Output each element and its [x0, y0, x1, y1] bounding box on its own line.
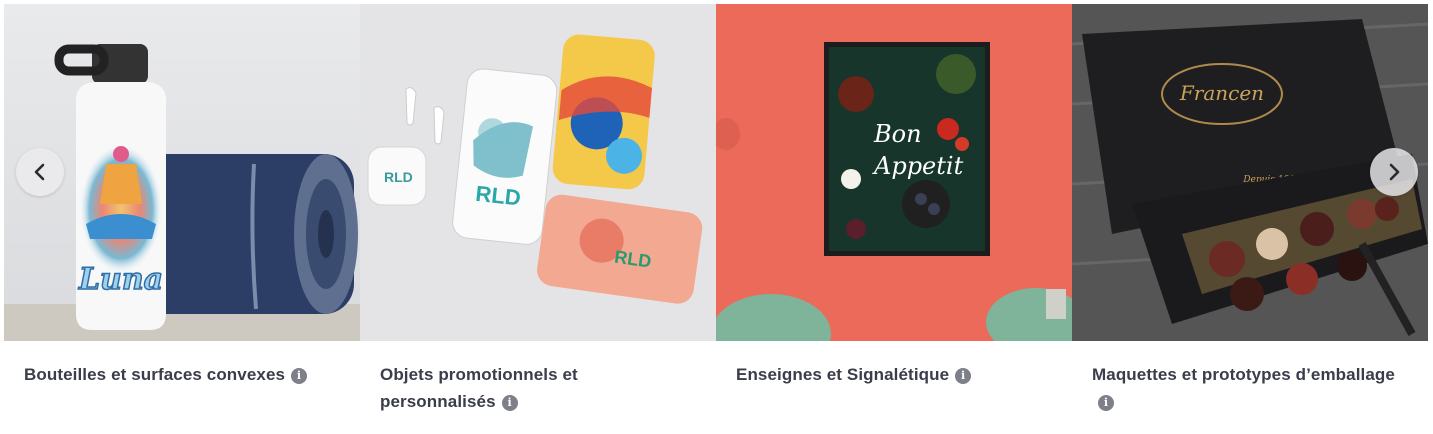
- svg-text:RLD: RLD: [384, 169, 413, 185]
- phone-cases-image: RLD RLD RLD: [360, 4, 716, 341]
- carousel-prev-button[interactable]: [16, 148, 64, 196]
- phone-brand-text: RLD: [474, 181, 522, 211]
- carousel-slide-bottles[interactable]: Luna Bouteilles et surfaces convexes i: [4, 4, 360, 434]
- info-icon[interactable]: i: [955, 368, 972, 384]
- slide-image-phone-cases[interactable]: RLD RLD RLD: [360, 4, 716, 341]
- slide-image-poster[interactable]: Bon Appetit: [716, 4, 1072, 341]
- caption-text: Objets promotionnels et personnalisés: [380, 365, 578, 411]
- carousel-slide-promotional[interactable]: RLD RLD RLD Objets promotionnels et pers…: [360, 4, 716, 434]
- carousel-slide-signage[interactable]: Bon Appetit Enseignes et Signalétique i: [716, 4, 1072, 434]
- caption-text: Maquettes et prototypes d’emballage: [1092, 365, 1395, 384]
- carousel-slide-packaging[interactable]: Francen Depuis 1999 Maquettes et prototy…: [1072, 4, 1428, 434]
- info-icon[interactable]: i: [291, 368, 308, 384]
- slide-caption[interactable]: Maquettes et prototypes d’emballage i: [1092, 361, 1402, 415]
- slide-caption[interactable]: Bouteilles et surfaces convexes i: [24, 361, 334, 388]
- framed-poster-image: Bon Appetit: [716, 4, 1072, 341]
- poster-text-1: Bon: [873, 120, 922, 148]
- poster-text-2: Appetit: [872, 152, 964, 180]
- chevron-right-icon: [1389, 163, 1400, 181]
- info-icon[interactable]: i: [501, 395, 518, 411]
- chevron-left-icon: [34, 163, 45, 181]
- slide-caption[interactable]: Enseignes et Signalétique i: [736, 361, 1046, 388]
- product-carousel: Luna Bouteilles et surfaces convexes i RL…: [4, 4, 1428, 434]
- bottle-print-text: Luna: [78, 262, 163, 297]
- info-icon[interactable]: i: [1098, 395, 1114, 411]
- caption-text: Bouteilles et surfaces convexes: [24, 365, 286, 384]
- box-brand-text: Francen: [1179, 81, 1264, 105]
- caption-text: Enseignes et Signalétique: [736, 365, 950, 384]
- slide-caption[interactable]: Objets promotionnels et personnalisés i: [380, 361, 690, 415]
- carousel-next-button[interactable]: [1370, 148, 1418, 196]
